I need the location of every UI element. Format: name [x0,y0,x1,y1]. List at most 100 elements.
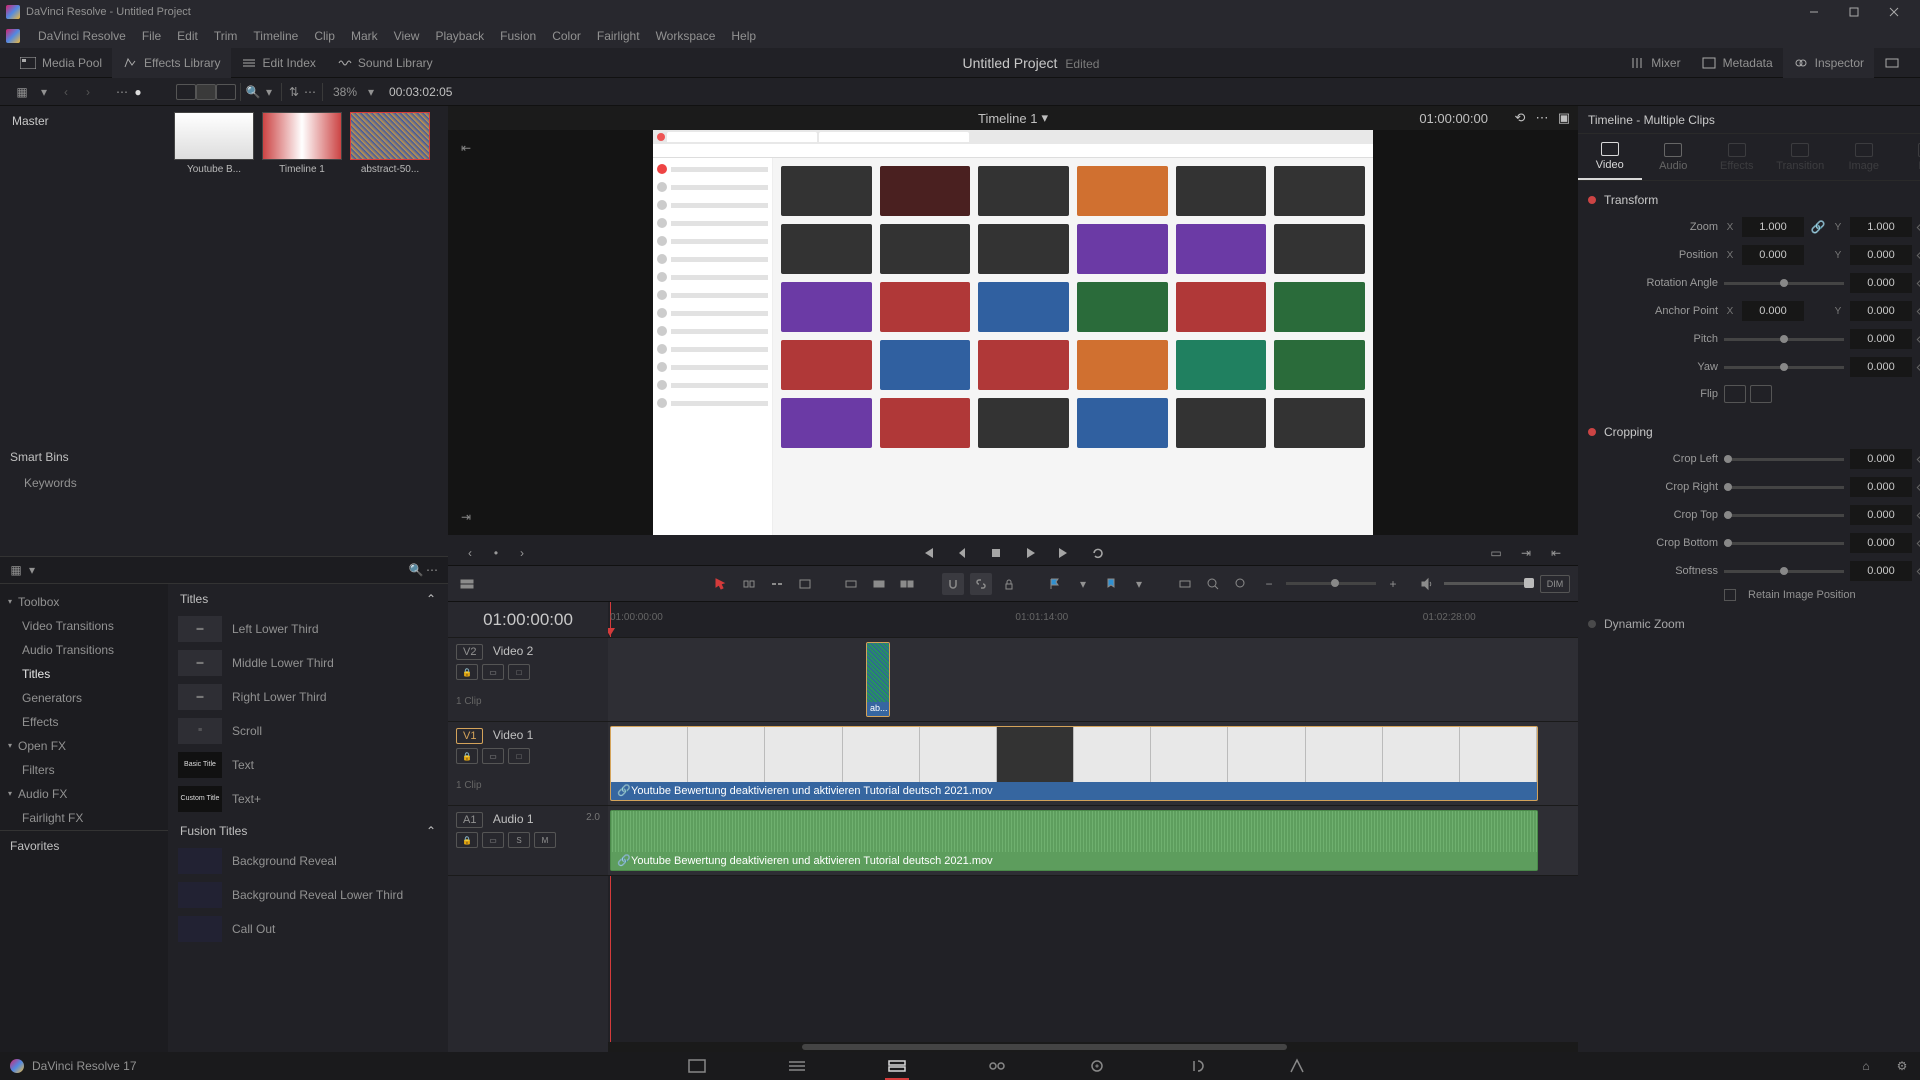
step-back-button[interactable] [950,541,974,565]
menu-mark[interactable]: Mark [343,29,386,43]
softness-field[interactable] [1850,561,1912,581]
pos-y-field[interactable] [1850,245,1912,265]
trim-tool-icon[interactable] [738,573,760,595]
track-v1-id[interactable]: V1 [456,728,483,744]
inspector-tab-video[interactable]: Video [1578,134,1642,180]
keyframe-icon[interactable] [1917,482,1920,492]
page-cut[interactable] [777,1052,817,1080]
track-enable-icon[interactable]: □ [508,664,530,680]
effects-library-toggle[interactable]: Effects Library [112,48,230,78]
menu-clip[interactable]: Clip [306,29,343,43]
menu-view[interactable]: View [386,29,428,43]
viewer-reset-icon[interactable]: ⟲ [1512,110,1528,126]
menu-edit[interactable]: Edit [169,29,206,43]
dim-button[interactable]: DIM [1540,575,1570,593]
crop-left-slider[interactable] [1724,458,1844,461]
track-auto-icon[interactable]: ▭ [482,664,504,680]
fx-cat-titles[interactable]: Titles [0,662,168,686]
track-lane-v2[interactable]: ab... [608,638,1578,722]
title-item[interactable]: Basic TitleText [168,748,448,782]
match-frame-icon[interactable]: ▭ [1484,541,1508,565]
go-last-button[interactable] [1052,541,1076,565]
favorites-header[interactable]: Favorites [0,830,168,861]
go-out-icon[interactable]: ⇤ [1544,541,1568,565]
zoom-to-fit-icon[interactable] [1174,573,1196,595]
strip-view-icon[interactable] [216,84,236,100]
title-item[interactable]: ≡Scroll [168,714,448,748]
menu-file[interactable]: File [134,29,169,43]
detail-zoom-icon[interactable] [1202,573,1224,595]
fx-panel-dropdown-icon[interactable]: ▾ [24,562,40,578]
horizontal-scrollbar[interactable] [608,1042,1578,1052]
mute-button[interactable]: M [534,832,556,848]
timeline-view-icon[interactable] [456,573,478,595]
bin-dropdown-icon[interactable]: ▾ [36,84,52,100]
link-icon[interactable] [970,573,992,595]
title-item[interactable]: ▬Middle Lower Third [168,646,448,680]
blade-tool-icon[interactable] [794,573,816,595]
track-a1-id[interactable]: A1 [456,812,483,828]
jump-last-icon[interactable]: ⇥ [456,507,476,527]
prev-edit-icon[interactable]: ‹ [458,541,482,565]
transform-header[interactable]: Transform [1604,193,1658,207]
edit-index-toggle[interactable]: Edit Index [231,48,326,78]
pitch-field[interactable] [1850,329,1912,349]
keyframe-icon[interactable] [1917,222,1920,232]
metadata-toggle[interactable]: Metadata [1691,48,1783,78]
current-edit-icon[interactable]: • [484,541,508,565]
keyframe-icon[interactable] [1917,362,1920,372]
crop-right-field[interactable] [1850,477,1912,497]
fx-cat-audio-transitions[interactable]: Audio Transitions [0,638,168,662]
flip-v-button[interactable] [1750,385,1772,403]
minimize-button[interactable] [1794,2,1834,22]
loop-button[interactable] [1086,541,1110,565]
fx-cat-openfx[interactable]: Open FX [0,734,168,758]
fx-cat-effects[interactable]: Effects [0,710,168,734]
keyframe-icon[interactable] [1917,334,1920,344]
keyframe-icon[interactable] [1917,306,1920,316]
title-item[interactable]: Custom TitleText+ [168,782,448,816]
yaw-slider[interactable] [1724,366,1844,369]
list-view-icon[interactable] [176,84,196,100]
softness-slider[interactable] [1724,570,1844,573]
flag-dropdown-icon[interactable]: ▾ [1072,573,1094,595]
menu-workspace[interactable]: Workspace [648,29,724,43]
marker-dropdown-icon[interactable]: ▾ [1128,573,1150,595]
menu-playback[interactable]: Playback [427,29,492,43]
clip-v2[interactable]: ab... [866,642,890,717]
project-settings-icon[interactable]: ⚙ [1894,1058,1910,1074]
go-in-icon[interactable]: ⇥ [1514,541,1538,565]
timeline-ruler[interactable]: 01:00:00:00 01:01:14:00 01:02:28:00 [608,602,1578,638]
fx-search-icon[interactable]: 🔍 [408,562,424,578]
track-enable-icon[interactable]: □ [508,748,530,764]
timeline-dropdown-icon[interactable]: ▾ [1041,110,1048,126]
clip-thumb[interactable]: Timeline 1 [262,112,342,175]
smart-bin-keywords[interactable]: Keywords [0,470,168,496]
track-lock-icon[interactable]: 🔒 [456,664,478,680]
clip-thumb[interactable]: abstract-50... [350,112,430,175]
close-button[interactable] [1874,2,1914,22]
flag-icon[interactable] [1044,573,1066,595]
volume-icon[interactable] [1416,573,1438,595]
smart-bins-header[interactable]: Smart Bins [0,444,168,470]
fx-cat-generators[interactable]: Generators [0,686,168,710]
flip-h-button[interactable] [1724,385,1746,403]
zoom-in-icon[interactable]: + [1382,573,1404,595]
track-lane-a1[interactable]: 🔗Youtube Bewertung deaktivieren und akti… [608,806,1578,876]
crop-left-field[interactable] [1850,449,1912,469]
page-deliver[interactable] [1277,1052,1317,1080]
menu-color[interactable]: Color [544,29,589,43]
pitch-slider[interactable] [1724,338,1844,341]
more-icon[interactable]: ⋯ [114,84,130,100]
zoom-slider[interactable] [1286,582,1376,585]
media-pool-toggle[interactable]: Media Pool [10,48,112,78]
snap-icon[interactable] [942,573,964,595]
keyframe-icon[interactable] [1917,566,1920,576]
keyframe-icon[interactable] [1917,278,1920,288]
collapse-icon[interactable]: ⌃ [426,824,436,838]
thumb-view-icon[interactable] [196,84,216,100]
clip-thumb[interactable]: Youtube B... [174,112,254,175]
menu-timeline[interactable]: Timeline [245,29,306,43]
zoom-out-icon[interactable]: − [1258,573,1280,595]
keyframe-icon[interactable] [1917,250,1920,260]
